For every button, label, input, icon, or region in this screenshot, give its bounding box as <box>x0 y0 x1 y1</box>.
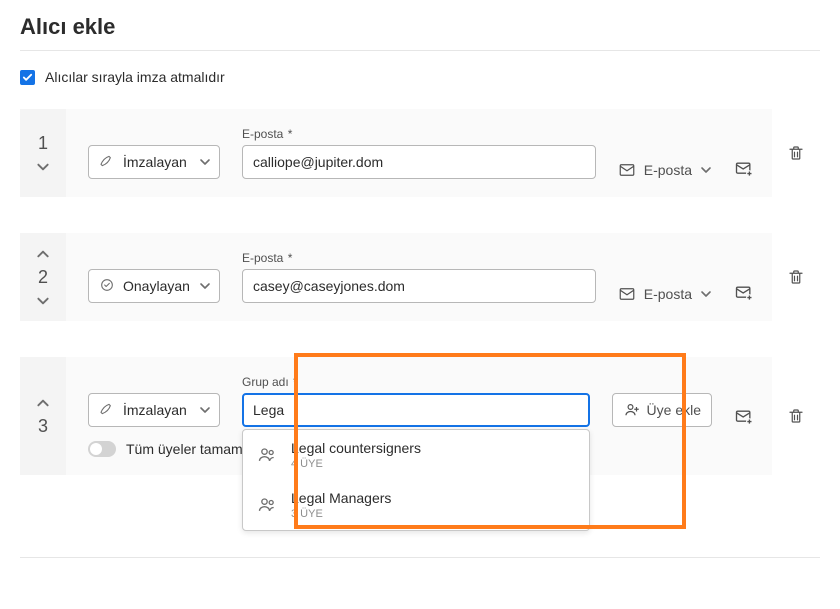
group-icon <box>257 495 277 515</box>
move-up-button[interactable] <box>36 396 50 410</box>
pen-icon <box>99 401 115 420</box>
mail-icon <box>618 285 636 303</box>
delivery-label: E-posta <box>644 162 692 178</box>
group-name-input[interactable] <box>242 393 590 427</box>
chevron-down-icon <box>700 164 712 176</box>
check-circle-icon <box>99 277 115 296</box>
email-field-wrap: E-posta * <box>242 127 596 179</box>
suggestion-name: Legal Managers <box>291 490 391 506</box>
sign-order-label: Alıcılar sırayla imza atmalıdır <box>45 69 225 85</box>
suggestion-meta: 3 ÜYE <box>291 508 391 520</box>
delete-button[interactable] <box>787 144 805 162</box>
customize-button[interactable] <box>734 407 754 427</box>
add-member-label: Üye ekle <box>647 402 701 418</box>
role-label: İmzalayan <box>123 402 191 418</box>
divider <box>20 50 820 51</box>
recipient-row: 2 Onaylayan E-posta * E-posta <box>20 233 820 321</box>
all-complete-toggle[interactable] <box>88 441 116 457</box>
delete-button[interactable] <box>787 407 805 425</box>
bottom-divider <box>20 557 820 558</box>
delivery-select[interactable]: E-posta <box>618 285 712 303</box>
group-suggestions: Legal countersigners 4 ÜYE Legal Manager… <box>242 429 590 531</box>
role-select[interactable]: Onaylayan <box>88 269 220 303</box>
email-label: E-posta * <box>242 127 596 141</box>
sequence-number: 2 <box>38 267 48 288</box>
recipient-row: 1 İmzalayan E-posta * E-posta <box>20 109 820 197</box>
role-label: Onaylayan <box>123 278 191 294</box>
email-field-wrap: E-posta * <box>242 251 596 303</box>
sign-order-row: Alıcılar sırayla imza atmalıdır <box>20 69 820 85</box>
role-label: İmzalayan <box>123 154 191 170</box>
suggestion-item[interactable]: Legal countersigners 4 ÜYE <box>243 430 589 480</box>
delivery-label: E-posta <box>644 286 692 302</box>
move-down-button[interactable] <box>36 294 50 308</box>
add-member-button[interactable]: Üye ekle <box>612 393 712 427</box>
suggestion-item[interactable]: Legal Managers 3 ÜYE <box>243 480 589 530</box>
delete-button[interactable] <box>787 268 805 286</box>
suggestion-name: Legal countersigners <box>291 440 421 456</box>
sequence-number: 1 <box>38 133 48 154</box>
customize-button[interactable] <box>734 159 754 179</box>
role-select[interactable]: İmzalayan <box>88 393 220 427</box>
email-label: E-posta * <box>242 251 596 265</box>
group-label: Grup adı * <box>242 375 590 389</box>
user-plus-icon <box>623 401 641 419</box>
page-title: Alıcı ekle <box>20 14 820 40</box>
sign-order-checkbox[interactable] <box>20 70 35 85</box>
chevron-down-icon <box>700 288 712 300</box>
recipient-group-row: 3 İmzalayan Grup adı * Legal countersi <box>20 357 820 475</box>
move-up-button[interactable] <box>36 247 50 261</box>
sequence-number: 3 <box>38 416 48 437</box>
suggestion-meta: 4 ÜYE <box>291 458 421 470</box>
mail-icon <box>618 161 636 179</box>
pen-icon <box>99 153 115 172</box>
email-input[interactable] <box>242 145 596 179</box>
sequence-column: 2 <box>20 233 66 321</box>
group-icon <box>257 445 277 465</box>
role-select[interactable]: İmzalayan <box>88 145 220 179</box>
sequence-column: 3 <box>20 357 66 475</box>
chevron-down-icon <box>199 156 211 168</box>
email-input[interactable] <box>242 269 596 303</box>
chevron-down-icon <box>199 404 211 416</box>
delivery-select[interactable]: E-posta <box>618 161 712 179</box>
move-down-button[interactable] <box>36 160 50 174</box>
customize-button[interactable] <box>734 283 754 303</box>
sequence-column: 1 <box>20 109 66 197</box>
chevron-down-icon <box>199 280 211 292</box>
